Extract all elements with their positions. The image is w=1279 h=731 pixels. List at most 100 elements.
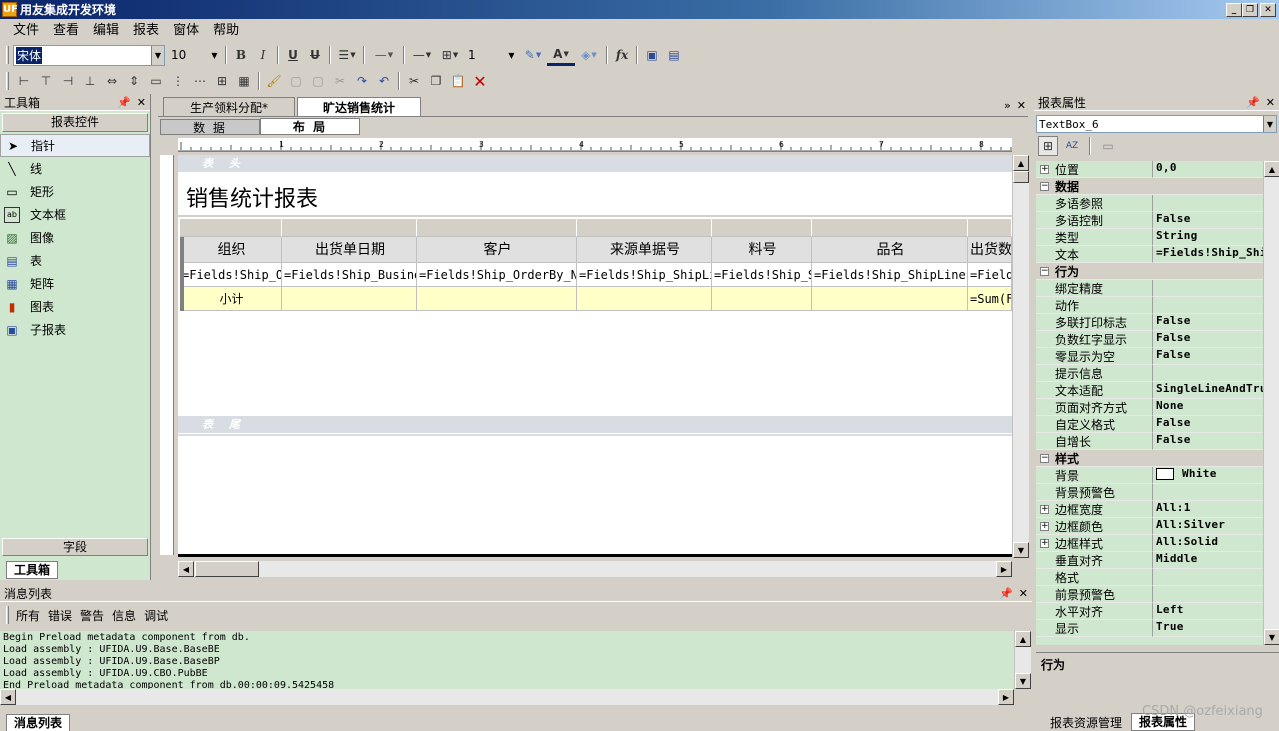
tab-list-icon[interactable]: » [1004, 99, 1011, 112]
fields-tab[interactable]: 字段 [2, 538, 148, 556]
table-header-cell[interactable]: 来源单据号 [577, 237, 712, 263]
table-subtotal-cell[interactable] [417, 287, 577, 311]
font-name-combo[interactable]: 宋体 ▼ [13, 44, 165, 66]
report-table[interactable]: 组织出货单日期客户来源单据号料号品名出货数=Fields!Ship_Org=Fi… [180, 219, 1012, 315]
property-row[interactable]: + 边框宽度 All:1 [1036, 501, 1263, 518]
toolbar-grip[interactable] [6, 72, 9, 90]
property-row[interactable]: 文本适配SingleLineAndTruncate [1036, 382, 1263, 399]
scroll-left-icon[interactable]: ◀ [178, 561, 194, 577]
strikethrough-button[interactable]: U [304, 44, 326, 66]
restore-button[interactable]: ❐ [1242, 2, 1258, 17]
chevron-down-icon[interactable]: ▼ [151, 45, 164, 65]
property-value[interactable]: None [1152, 399, 1263, 416]
center-vertical-icon[interactable]: ⋯ [189, 70, 211, 92]
categorized-icon[interactable]: ⊞ [1038, 136, 1058, 156]
align-right-icon[interactable]: ⊣ [57, 70, 79, 92]
function-icon[interactable]: fx [611, 44, 633, 66]
line-color-icon[interactable]: ✎ ▼ [519, 44, 547, 66]
property-row[interactable]: 文本=Fields!Ship_ShipLines_ItemName [1036, 246, 1263, 263]
table-detail-cell[interactable]: =Fields!Ship_OrderBy_Name [417, 263, 577, 287]
close-icon[interactable]: ✕ [1017, 99, 1026, 112]
log-horizontal-scrollbar[interactable]: ◀ ▶ [0, 689, 1014, 705]
property-row[interactable]: 零显示为空 False [1036, 348, 1263, 365]
menu-report[interactable]: 报表 [126, 20, 166, 41]
tab-sales-statistics[interactable]: 旷达销售统计 [297, 97, 421, 116]
property-value[interactable] [1152, 586, 1263, 603]
expand-icon[interactable]: + [1040, 539, 1049, 548]
table-subtotal-cell[interactable] [812, 287, 968, 311]
toolbar-grip[interactable] [6, 46, 9, 64]
table-subtotal-cell[interactable] [282, 287, 417, 311]
property-value[interactable]: =Fields!Ship_ShipLines_ItemName [1152, 246, 1263, 263]
save-all-icon[interactable]: ▤ [663, 44, 685, 66]
property-grid[interactable]: + 位置 0,0− 数据 多语参照 多语控制 False 类型 String 文本 =Fields!… [1036, 161, 1263, 645]
property-value[interactable] [1152, 569, 1263, 586]
close-button[interactable]: ✕ [1260, 2, 1276, 17]
property-value[interactable]: 0,0 [1152, 161, 1263, 178]
log-vertical-scrollbar[interactable]: ▲ ▼ [1014, 631, 1031, 689]
expand-icon[interactable]: + [1040, 165, 1049, 174]
filter-warning[interactable]: 警告 [76, 607, 108, 624]
tool-chart[interactable]: ▮ 图表 [0, 295, 150, 318]
collapse-icon[interactable]: − [1040, 182, 1049, 191]
close-icon[interactable]: ✕ [1019, 587, 1028, 600]
filter-error[interactable]: 错误 [44, 607, 76, 624]
table-detail-cell[interactable]: =Fields!Ship_BusinessDate [282, 263, 417, 287]
property-value[interactable]: Middle [1152, 552, 1263, 569]
border-grid-icon[interactable]: ⊞ ▼ [436, 44, 464, 66]
property-row[interactable]: 格式 [1036, 569, 1263, 586]
line-dash-button[interactable]: — ▼ [408, 44, 436, 66]
canvas-vertical-scrollbar[interactable]: ▲ ▼ [1012, 155, 1029, 558]
column-handle[interactable] [968, 219, 1012, 237]
scroll-up-icon[interactable]: ▲ [1264, 161, 1279, 177]
table-header-cell[interactable]: 组织 [180, 237, 282, 263]
table-subtotal-cell[interactable] [577, 287, 712, 311]
property-row[interactable]: 垂直对齐 Middle [1036, 552, 1263, 569]
scroll-down-icon[interactable]: ▼ [1264, 629, 1279, 645]
property-row[interactable]: 显示 True [1036, 620, 1263, 637]
tool-rectangle[interactable]: ▭ 矩形 [0, 180, 150, 203]
message-log[interactable]: Begin Preload metadata component from db… [0, 631, 1014, 689]
property-value[interactable]: False [1152, 433, 1263, 450]
property-value[interactable] [1152, 484, 1263, 501]
filter-debug[interactable]: 调试 [140, 607, 172, 624]
align-left-icon[interactable]: ⊢ [13, 70, 35, 92]
filter-info[interactable]: 信息 [108, 607, 140, 624]
property-value[interactable]: False [1152, 416, 1263, 433]
font-size-combo[interactable]: 10 ▼ [167, 44, 222, 66]
toolbox-category[interactable]: 报表控件 [2, 113, 148, 132]
same-height-icon[interactable]: ⇕ [123, 70, 145, 92]
property-value[interactable]: False [1152, 348, 1263, 365]
tool-pointer[interactable]: ➤ 指针 [0, 134, 150, 157]
property-value[interactable]: Left [1152, 603, 1263, 620]
column-handle[interactable] [180, 219, 282, 237]
tool-table[interactable]: ▤ 表 [0, 249, 150, 272]
band-footer[interactable]: 表 尾 [178, 416, 1012, 433]
save-icon[interactable]: ▣ [641, 44, 663, 66]
row-handle[interactable] [180, 237, 184, 311]
expand-icon[interactable]: + [1040, 522, 1049, 531]
column-handle[interactable] [712, 219, 812, 237]
column-handle[interactable] [282, 219, 417, 237]
property-row[interactable]: 前景预警色 [1036, 586, 1263, 603]
close-icon[interactable]: ✕ [137, 96, 146, 109]
property-row[interactable]: 绑定精度 [1036, 280, 1263, 297]
property-row[interactable]: 动作 [1036, 297, 1263, 314]
property-row[interactable]: 多语参照 [1036, 195, 1263, 212]
property-value[interactable]: All:Silver [1152, 518, 1263, 535]
chevron-down-icon[interactable]: ▼ [505, 45, 518, 65]
tool-matrix[interactable]: ▦ 矩阵 [0, 272, 150, 295]
property-row[interactable]: 提示信息 [1036, 365, 1263, 382]
property-value[interactable] [1152, 280, 1263, 297]
chevron-down-icon[interactable]: ▼ [1263, 116, 1276, 132]
table-header-cell[interactable]: 出货数 [968, 237, 1012, 263]
table-header-cell[interactable]: 客户 [417, 237, 577, 263]
redo-icon[interactable]: ↷ [351, 70, 373, 92]
table-detail-cell[interactable]: =Fields!Ship_ShipLine_ItemCode [712, 263, 812, 287]
filter-all[interactable]: 所有 [12, 607, 44, 624]
menu-file[interactable]: 文件 [6, 20, 46, 41]
table-header-cell[interactable]: 品名 [812, 237, 968, 263]
property-value[interactable]: True [1152, 620, 1263, 637]
scroll-right-icon[interactable]: ▶ [998, 689, 1014, 705]
property-row[interactable]: + 位置 0,0 [1036, 161, 1263, 178]
